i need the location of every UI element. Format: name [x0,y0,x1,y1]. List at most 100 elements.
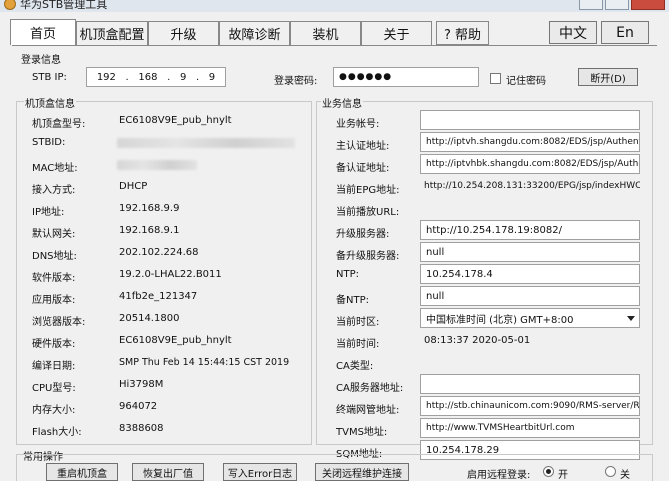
svc-main-auth-input[interactable]: http://iptvh.shangdu.com:8082/EDS/jsp/Au… [420,132,640,152]
lang-cn-button[interactable]: 中文 [549,21,597,44]
window-controls [579,0,665,12]
info-label-ip: IP地址: [32,207,65,218]
tab-bar: 首页 机顶盒配置 升级 故障诊断 装机 关于 ? 帮助 [10,19,489,45]
close-remote-button[interactable]: 关闭远程维护连接 [315,463,409,481]
tab-upgrade[interactable]: 升级 [148,21,219,45]
disconnect-button[interactable]: 断开(D) [578,68,638,86]
info-label-app: 应用版本: [32,295,76,306]
svc-label-ca-type: CA类型: [336,361,374,372]
tab-home[interactable]: 首页 [10,19,76,45]
factory-reset-button[interactable]: 恢复出厂值 [132,463,204,481]
svc-ca-server-input[interactable] [420,374,640,394]
chevron-down-icon [627,316,635,321]
info-label-gateway: 默认网关: [32,229,76,240]
ip-octet-1: 192 [96,71,116,83]
info-label-model: 机顶盒型号: [32,119,86,130]
svc-backup-upgrade-input[interactable]: null [420,242,640,262]
info-label-browser: 浏览器版本: [32,317,86,328]
svc-upgrade-input[interactable]: http://10.254.178.19:8082/ [420,220,640,240]
info-value-software: 19.2.0-LHAL22.B011 [119,269,222,280]
svc-ntp-input[interactable]: 10.254.178.4 [420,264,640,284]
stbid-redacted [117,138,295,148]
ip-octet-3: 9 [179,71,187,83]
lang-en-button[interactable]: En [601,21,649,44]
login-section-title: 登录信息 [20,51,62,66]
svc-label-ca-server: CA服务器地址: [336,383,404,394]
remote-on-radio[interactable] [543,466,554,477]
info-value-browser: 20514.1800 [119,313,180,324]
reboot-button[interactable]: 重启机顶盒 [46,463,118,481]
ip-octet-2: 168 [138,71,158,83]
svc-timezone-select[interactable]: 中国标准时间 (北京) GMT+8:00 [420,308,640,328]
info-label-cpu: CPU型号: [32,383,76,394]
info-value-app: 41fb2e_121347 [119,291,198,302]
info-value-hardware: EC6108V9E_pub_hnylt [119,335,232,346]
svc-epg-value: http://10.254.208.131:33200/EPG/jsp/inde… [424,181,640,191]
write-error-log-button[interactable]: 写入Error日志 [223,463,297,481]
password-label: 登录密码: [274,76,318,87]
svc-account-input[interactable] [420,110,640,130]
minimize-button[interactable] [579,0,603,10]
maximize-button[interactable] [605,0,629,10]
info-value-flash: 8388608 [119,423,164,434]
info-label-software: 软件版本: [32,273,76,284]
svc-label-upgrade: 升级服务器: [336,229,390,240]
svc-rms-input[interactable]: http://stb.chinaunicom.com:9090/RMS-serv… [420,396,640,416]
svc-label-timezone: 当前时区: [336,317,380,328]
ip-octet-4: 9 [208,71,216,83]
info-value-memory: 964072 [119,401,158,412]
remote-on-label: 开 [558,470,568,481]
remote-login-label: 启用远程登录: [467,470,531,481]
svc-time-value: 08:13:37 2020-05-01 [424,335,531,346]
remote-off-label: 关 [620,470,630,481]
svc-backup-auth-input[interactable]: http://iptvhbk.shangdu.com:8082/EDS/jsp/… [420,154,640,174]
svc-label-main-auth: 主认证地址: [336,141,390,152]
remote-off-radio[interactable] [605,466,616,477]
info-value-model: EC6108V9E_pub_hnylt [119,115,232,126]
remember-password-label: 记住密码 [506,76,546,87]
tab-stb-config[interactable]: 机顶盒配置 [76,21,148,45]
tab-help[interactable]: ? 帮助 [436,21,489,45]
info-label-dns: DNS地址: [32,251,77,262]
svc-label-rms: 终端网管地址: [336,405,400,416]
svc-label-backup-ntp: 备NTP: [336,295,369,306]
svc-tvms-input[interactable]: http://www.TVMSHeartbitUrl.com [420,418,640,438]
svc-label-backup-auth: 备认证地址: [336,163,390,174]
info-value-dns: 202.102.224.68 [119,247,199,258]
service-info-title: 业务信息 [321,95,363,110]
password-input[interactable]: ●●●●●● [333,67,479,87]
title-bar: 华为STB管理工具 [0,0,669,12]
svc-label-time: 当前时间: [336,339,380,350]
tab-about[interactable]: 关于 [361,21,432,45]
svc-label-play-url: 当前播放URL: [336,207,400,218]
window-title: 华为STB管理工具 [20,0,108,11]
home-panel: 登录信息 STB IP: 192. 168. 9. 9 登录密码: ●●●●●●… [12,45,657,481]
svc-label-backup-upgrade: 备升级服务器: [336,251,400,262]
info-label-build-date: 编译日期: [32,361,76,372]
stb-ip-input[interactable]: 192. 168. 9. 9 [86,67,226,87]
svc-timezone-value: 中国标准时间 (北京) GMT+8:00 [426,314,574,326]
mac-redacted [117,160,197,170]
info-value-access: DHCP [119,181,148,192]
info-value-ip: 192.168.9.9 [119,203,180,214]
tab-diagnosis[interactable]: 故障诊断 [219,21,290,45]
svc-label-tvms: TVMS地址: [336,427,388,438]
info-label-stbid: STBID: [32,137,66,148]
tab-install[interactable]: 装机 [290,21,361,45]
info-label-flash: Flash大小: [32,427,82,438]
stb-info-title: 机顶盒信息 [24,95,76,110]
close-button[interactable] [631,0,665,10]
svc-label-epg: 当前EPG地址: [336,185,400,196]
info-label-access: 接入方式: [32,185,76,196]
info-value-build-date: SMP Thu Feb 14 15:44:15 CST 2019 [119,357,290,368]
app-icon [4,0,16,10]
info-value-cpu: Hi3798M [119,379,164,390]
svc-label-account: 业务帐号: [336,119,380,130]
svc-backup-ntp-input[interactable]: null [420,286,640,306]
remember-password-checkbox[interactable] [490,73,501,84]
svc-label-ntp: NTP: [336,269,359,280]
info-label-memory: 内存大小: [32,405,76,416]
info-value-gateway: 192.168.9.1 [119,225,180,236]
info-label-mac: MAC地址: [32,163,78,174]
stb-ip-label: STB IP: [32,72,67,83]
